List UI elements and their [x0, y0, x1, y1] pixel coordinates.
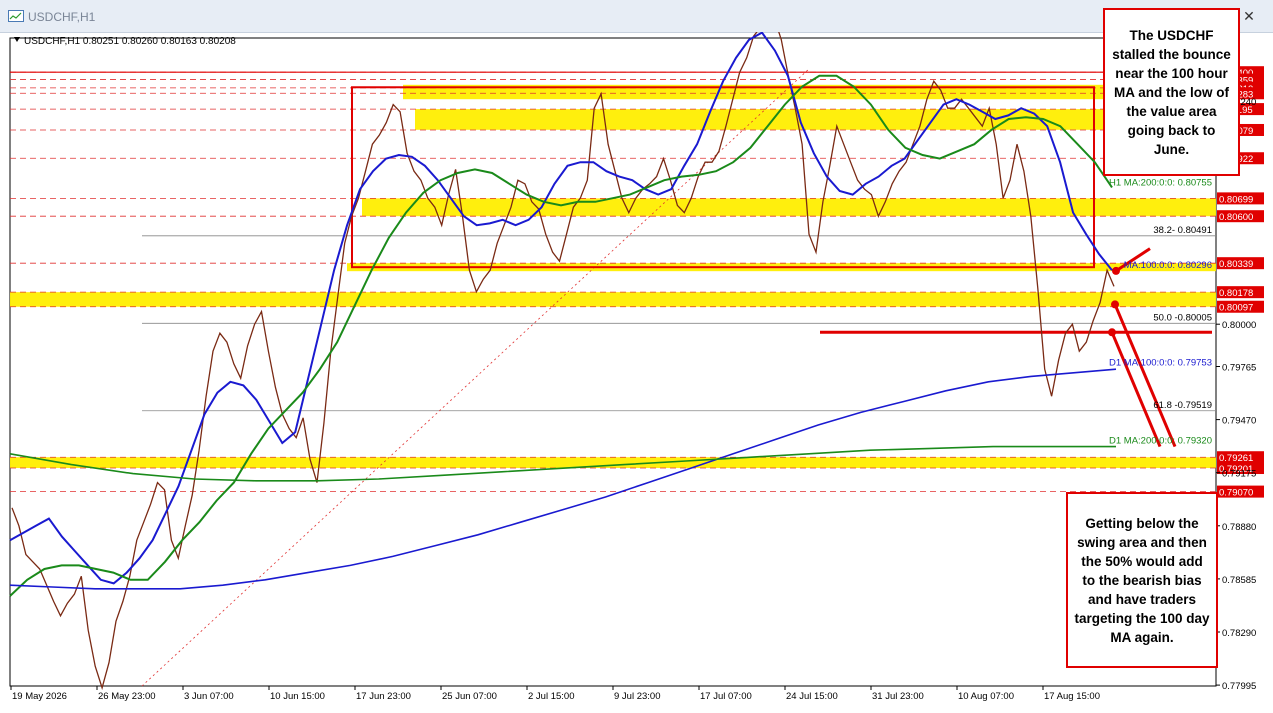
- level-label: H1 MA:200:0:0: 0.80755: [1109, 177, 1212, 188]
- price-level-label: 0.79070: [1219, 488, 1253, 499]
- window-title: USDCHF,H1: [28, 10, 96, 24]
- x-tick-label: 26 May 23:00: [98, 691, 156, 702]
- chart-window-icon: [8, 10, 24, 22]
- y-tick-label: 0.79470: [1222, 416, 1256, 427]
- price-level-label: 0.80600: [1219, 212, 1253, 223]
- price-level-label: 0.80097: [1219, 303, 1253, 314]
- x-tick-label: 25 Jun 07:00: [442, 691, 497, 702]
- x-tick-label: 2 Jul 15:00: [528, 691, 574, 702]
- level-label: 61.8 -0.79519: [1153, 400, 1212, 411]
- arrow-head: [1111, 300, 1119, 309]
- annotation-top: The USDCHF stalled the bounce near the 1…: [1103, 8, 1240, 176]
- close-icon[interactable]: ✕: [1238, 9, 1260, 25]
- value-area-zone: [362, 198, 1216, 217]
- x-tick-label: 31 Jul 23:00: [872, 691, 924, 702]
- annotation-bottom: Getting below the swing area and then th…: [1066, 492, 1218, 668]
- chart-window: USDCHF,H1 – ❐ ✕ USDCHF,H1 0.80251 0.8026…: [0, 0, 1273, 713]
- value-area-zone: [10, 292, 1216, 307]
- level-label: MA:100:0:0: 0.80296: [1124, 260, 1212, 271]
- symbol-info: USDCHF,H1 0.80251 0.80260 0.80163 0.8020…: [24, 36, 236, 47]
- y-tick-label: 0.79175: [1222, 469, 1256, 480]
- x-tick-label: 17 Aug 15:00: [1044, 691, 1100, 702]
- price-level-label: 0.80339: [1219, 259, 1253, 270]
- price-level-label: 0.80178: [1219, 288, 1253, 299]
- y-tick-label: 0.78880: [1222, 522, 1256, 533]
- arrow-head: [1108, 328, 1116, 337]
- y-tick-label: 0.78290: [1222, 628, 1256, 639]
- window-titlebar[interactable]: USDCHF,H1 – ❐ ✕: [0, 0, 1273, 33]
- level-label: D1 MA:100:0:0: 0.79753: [1109, 358, 1212, 369]
- x-tick-label: 10 Aug 07:00: [958, 691, 1014, 702]
- level-label: 50.0 -0.80005: [1153, 312, 1212, 323]
- x-tick-label: 19 May 2026: [12, 691, 67, 702]
- y-tick-label: 0.80000: [1222, 320, 1256, 331]
- x-tick-label: 24 Jul 15:00: [786, 691, 838, 702]
- y-tick-label: 0.79765: [1222, 363, 1256, 374]
- x-tick-label: 17 Jun 23:00: [356, 691, 411, 702]
- level-label: D1 MA:200:0:0: 0.79320: [1109, 436, 1212, 447]
- level-label: 38.2- 0.80491: [1153, 225, 1212, 236]
- x-tick-label: 9 Jul 23:00: [614, 691, 660, 702]
- plot-area: [9, 37, 1217, 687]
- y-tick-label: 0.77995: [1222, 681, 1256, 692]
- value-area-zone: [415, 109, 1216, 130]
- x-tick-label: 17 Jul 07:00: [700, 691, 752, 702]
- value-area-zone: [10, 457, 1216, 469]
- y-tick-label: 0.78585: [1222, 575, 1256, 586]
- price-level-label: 0.80699: [1219, 194, 1253, 205]
- arrow-head: [1112, 266, 1120, 275]
- x-tick-label: 3 Jun 07:00: [184, 691, 234, 702]
- x-tick-label: 10 Jun 15:00: [270, 691, 325, 702]
